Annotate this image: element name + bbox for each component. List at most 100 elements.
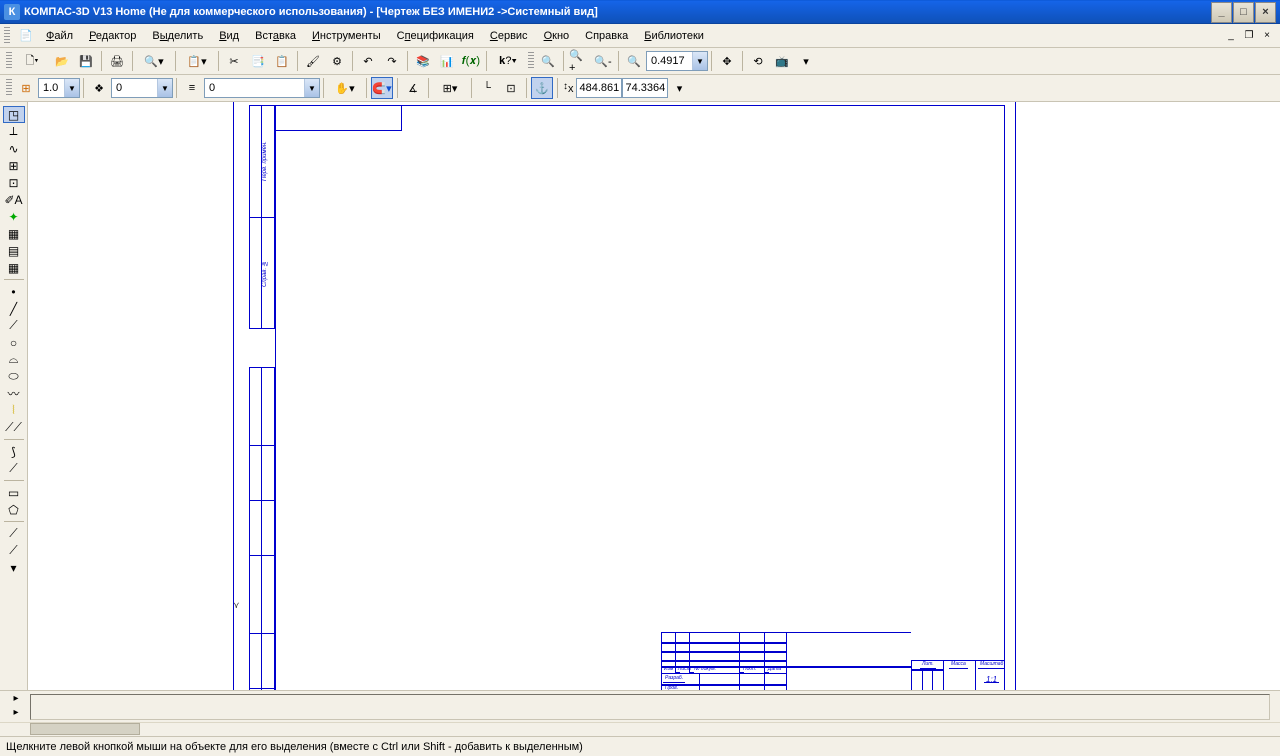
state-button[interactable]: ⊞ [15,77,37,99]
doc-icon[interactable]: 📄 [15,25,37,47]
equidist-button[interactable]: ⟋ [3,542,25,559]
preview-button[interactable]: 🔍▾ [137,50,171,72]
aux-line-button[interactable]: ⟋ [3,317,25,334]
insert-panel-button[interactable]: ▦ [3,259,25,276]
property-tab-2[interactable]: ▸ [6,707,26,721]
close-button[interactable]: × [1255,2,1276,23]
zoom-in-button[interactable]: 🔍+ [568,50,590,72]
variables-button[interactable]: 𝒇(𝒙) [460,50,482,72]
dropdown-arrow-icon[interactable]: ▼ [692,52,707,70]
dimension-button[interactable]: ∡ [402,77,424,99]
reports-panel-button[interactable]: ▤ [3,242,25,259]
params-panel-button[interactable]: ⊡ [3,174,25,191]
minimize-button[interactable]: _ [1211,2,1232,23]
rectangle-button[interactable]: ▭ [3,484,25,501]
zoom-out-button[interactable]: 🔍- [592,50,614,72]
menu-select[interactable]: Выделить [144,27,211,45]
fillet-button[interactable]: ⟆ [3,443,25,460]
menu-insert[interactable]: Вставка [247,27,304,45]
copy-props-button[interactable]: 🖌 [302,50,324,72]
zoom-dynamic-button[interactable]: 🔍 [623,50,645,72]
hatch-button[interactable]: ⟋⟋ [3,419,25,436]
menu-help[interactable]: Справка [577,27,636,45]
paste-button[interactable]: 📋 [271,50,293,72]
collect-button[interactable]: ▾ [3,559,25,576]
linestyle-combo[interactable]: 0 ▼ [204,78,320,98]
menu-window[interactable]: Окно [536,27,578,45]
title-block[interactable]: Изм Лист № докум. Подп. Дата [661,632,1005,690]
zoom-combo[interactable]: 0.4917 ▼ [646,51,708,71]
layer-combo[interactable]: 0 ▼ [111,78,173,98]
arc-button[interactable]: ⌓ [3,351,25,368]
circle-button[interactable]: ○ [3,334,25,351]
edit-panel-button[interactable]: ⊞ [3,157,25,174]
bezier-button[interactable]: ⦚ [3,402,25,419]
grid-button[interactable]: ⊞▾ [433,77,467,99]
more-button[interactable]: ▾ [795,50,817,72]
polygon-button[interactable]: ⬠ [3,501,25,518]
round-button[interactable]: ⊡ [500,77,522,99]
zoom-window-button[interactable]: 🔍 [537,50,559,72]
spline-button[interactable]: 〰 [3,385,25,402]
new-button[interactable]: 🗋▾ [15,50,49,72]
menu-editor[interactable]: Редактор [81,27,144,45]
select-panel-button[interactable]: ✦ [3,208,25,225]
props-button[interactable]: 📋▾ [180,50,214,72]
snap-button[interactable]: 🧲▾ [371,77,393,99]
coord-y-field[interactable]: 74.3364 [622,78,668,98]
line-button[interactable]: ╱ [3,300,25,317]
local-cs-button[interactable]: ⚓ [531,77,553,99]
point-button[interactable]: • [3,283,25,300]
scale-combo[interactable]: 1.0 ▼ [38,78,80,98]
chamfer-button[interactable]: ⟋ [3,460,25,477]
menu-libs[interactable]: Библиотеки [636,27,712,45]
stop-button[interactable]: ✋▾ [328,77,362,99]
manager-button[interactable]: 📊 [436,50,458,72]
refresh-button[interactable]: 📺 [771,50,793,72]
ortho-button[interactable]: └ [476,77,498,99]
axis-y-icon: ⋎ [233,600,240,611]
symbols-panel-button[interactable]: ∿ [3,140,25,157]
geometry-panel-button[interactable]: ◳ [3,106,25,123]
drawing-canvas[interactable]: Перв. примен. Справ. № [28,102,1280,690]
menu-tools[interactable]: Инструменты [304,27,389,45]
menu-view[interactable]: Вид [211,27,247,45]
dropdown-arrow-icon[interactable]: ▼ [304,79,319,97]
property-tab-1[interactable]: ▸ [6,693,26,707]
dimensions-panel-button[interactable]: ⟂ [3,123,25,140]
mdi-minimize-button[interactable]: _ [1223,29,1239,43]
ellipse-button[interactable]: ⬭ [3,368,25,385]
save-button[interactable]: 💾 [75,50,97,72]
menu-spec[interactable]: Спецификация [389,27,482,45]
redo-button[interactable]: ↷ [381,50,403,72]
print-button[interactable]: 🖨 [106,50,128,72]
measure-panel-button[interactable]: ✐A [3,191,25,208]
zoom-prev-button[interactable]: ⟲ [747,50,769,72]
mdi-restore-button[interactable]: ❐ [1241,29,1257,43]
open-button[interactable]: 📂 [51,50,73,72]
maximize-button[interactable]: □ [1233,2,1254,23]
properties-button[interactable]: ⚙ [326,50,348,72]
property-content[interactable] [30,694,1270,720]
help-button[interactable]: 𝐤?▾ [491,50,525,72]
layer-button[interactable]: ❖ [88,77,110,99]
mdi-close-button[interactable]: × [1259,29,1275,43]
dropdown-arrow-icon[interactable]: ▼ [64,79,79,97]
scroll-thumb[interactable] [30,723,140,735]
coord-x-field[interactable]: 484.861 [576,78,622,98]
menu-file[interactable]: ФФайлайл [38,27,81,45]
grip-icon [6,79,12,97]
undo-button[interactable]: ↶ [357,50,379,72]
linestyle-button[interactable]: ≡ [181,77,203,99]
more-button[interactable]: ▾ [669,77,691,99]
dropdown-arrow-icon[interactable]: ▼ [157,79,172,97]
copy-button[interactable]: 📑 [247,50,269,72]
spec-panel-button[interactable]: ▦ [3,225,25,242]
cut-button[interactable]: ✂ [223,50,245,72]
pan-button[interactable]: ✥ [716,50,738,72]
grip-icon [6,52,12,70]
library-button[interactable]: 📚 [412,50,434,72]
property-scrollbar[interactable] [0,722,1280,736]
contour-button[interactable]: ⟋ [3,525,25,542]
menu-service[interactable]: Сервис [482,27,536,45]
